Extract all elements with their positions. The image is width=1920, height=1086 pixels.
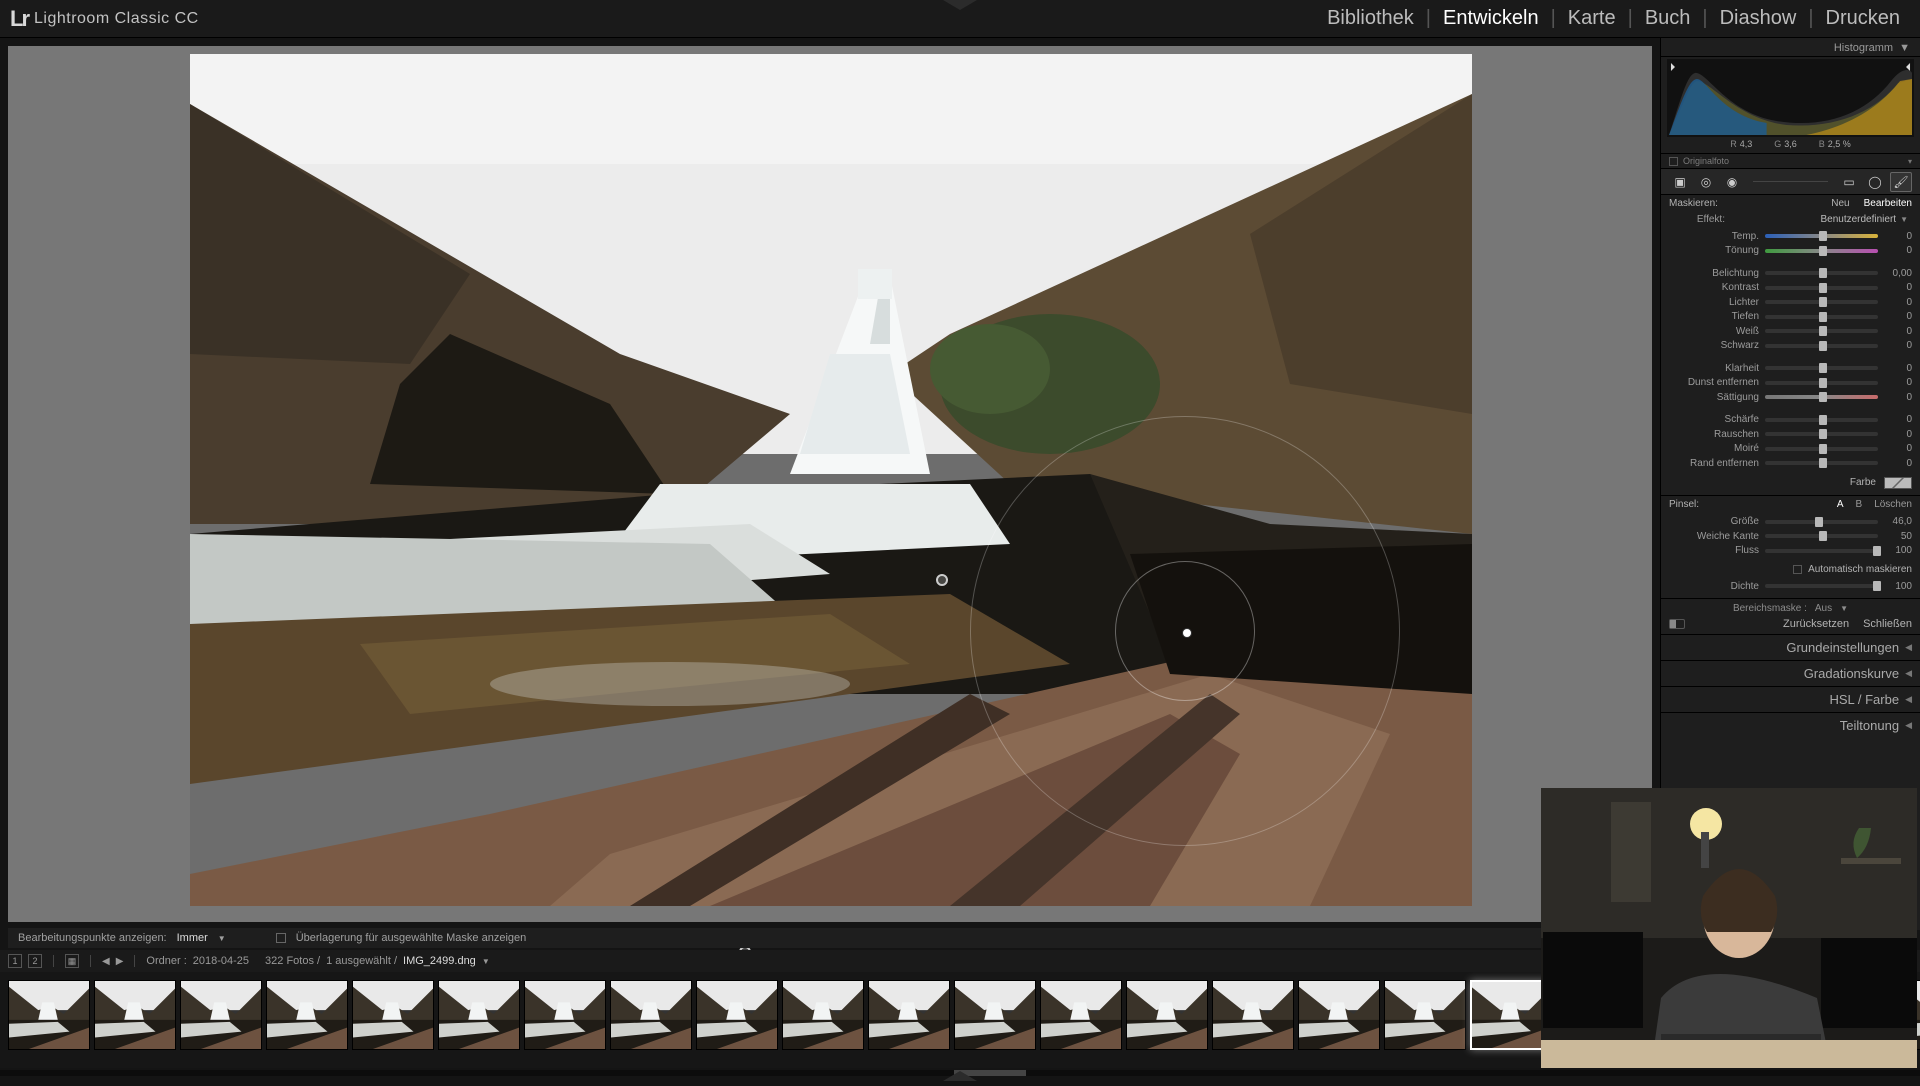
filmstrip-thumb[interactable] <box>94 980 176 1050</box>
slider-saturation[interactable]: Sättigung0 <box>1669 390 1912 405</box>
reset-button[interactable]: Zurücksetzen <box>1783 618 1849 630</box>
canvas[interactable] <box>8 46 1652 922</box>
second-window-icon-2[interactable]: 2 <box>28 954 42 968</box>
second-window-icon[interactable]: 1 <box>8 954 22 968</box>
checkbox-icon[interactable] <box>1793 565 1802 574</box>
filmstrip-thumb[interactable] <box>1384 980 1466 1050</box>
tab-print[interactable]: Drucken <box>1816 7 1910 30</box>
checkbox-icon[interactable] <box>1669 157 1678 166</box>
color-swatch[interactable] <box>1884 477 1912 489</box>
filmstrip-thumb[interactable] <box>1212 980 1294 1050</box>
panel-basic[interactable]: Grundeinstellungen◀ <box>1661 634 1920 660</box>
chevron-icon[interactable]: ▾ <box>1908 157 1912 166</box>
slider-exposure[interactable]: Belichtung0,00 <box>1669 266 1912 281</box>
tab-slideshow[interactable]: Diashow <box>1710 7 1807 30</box>
histogram-title[interactable]: Histogramm <box>1834 42 1893 54</box>
slider-highlights[interactable]: Lichter0 <box>1669 295 1912 310</box>
mask-edit[interactable]: Bearbeiten <box>1864 198 1912 209</box>
brush-b[interactable]: B <box>1856 499 1863 510</box>
filmstrip-thumb[interactable] <box>696 980 778 1050</box>
effect-row[interactable]: Effekt: Benutzerdefiniert▼ <box>1661 212 1920 227</box>
product-name: Lightroom Classic CC <box>34 10 199 28</box>
slider-defringe[interactable]: Rand entfernen0 <box>1669 456 1912 471</box>
current-filename[interactable]: IMG_2499.dng <box>403 955 476 967</box>
bottom-panel-handle[interactable] <box>943 1068 977 1080</box>
brush-a[interactable]: A <box>1837 499 1844 510</box>
module-tabs: Bibliothek | Entwickeln | Karte | Buch |… <box>1317 7 1910 30</box>
filmstrip-thumb[interactable] <box>1126 980 1208 1050</box>
grid-icon[interactable]: ▦ <box>65 954 79 968</box>
slider-dehaze[interactable]: Dunst entfernen0 <box>1669 376 1912 391</box>
filmstrip-thumb[interactable] <box>954 980 1036 1050</box>
gradient-tool[interactable]: ▭ <box>1838 172 1860 192</box>
filmstrip-thumb[interactable] <box>610 980 692 1050</box>
brush-header: Pinsel: A B Löschen <box>1661 495 1920 513</box>
original-photo-row[interactable]: Originalfoto ▾ <box>1661 153 1920 169</box>
redeye-tool[interactable]: ◉ <box>1721 172 1743 192</box>
automask-row[interactable]: Automatisch maskieren <box>1661 562 1920 577</box>
histogram-readout: R4,3 G3,6 B2,5 % <box>1661 137 1920 153</box>
slider-moire[interactable]: Moiré0 <box>1669 442 1912 457</box>
filmstrip-thumb[interactable]: • • • • • <box>1470 980 1552 1050</box>
filmstrip-thumb[interactable] <box>438 980 520 1050</box>
spot-tool[interactable]: ◎ <box>1695 172 1717 192</box>
filmstrip-thumb[interactable] <box>180 980 262 1050</box>
brush-center[interactable] <box>1182 628 1192 638</box>
panel-switch[interactable] <box>1669 619 1685 629</box>
slider-tint[interactable]: Tönung0 <box>1669 244 1912 259</box>
mask-new[interactable]: Neu <box>1831 198 1849 209</box>
nav-next-icon[interactable]: ▶ <box>116 956 124 967</box>
slider-temp[interactable]: Temp.0 <box>1669 229 1912 244</box>
presenter-webcam <box>1541 788 1917 1068</box>
filmstrip-thumb[interactable] <box>524 980 606 1050</box>
radial-tool[interactable]: ◯ <box>1864 172 1886 192</box>
slider-brush-size[interactable]: Größe46,0 <box>1669 515 1912 530</box>
slider-brush-feather[interactable]: Weiche Kante50 <box>1669 529 1912 544</box>
filmstrip-thumb[interactable] <box>352 980 434 1050</box>
local-tools: ▣ ◎ ◉ ▭ ◯ 🖌 <box>1661 169 1920 195</box>
slider-clarity[interactable]: Klarheit0 <box>1669 361 1912 376</box>
crop-tool[interactable]: ▣ <box>1669 172 1691 192</box>
lr-logo-icon: Lr <box>10 6 28 32</box>
checkbox-icon[interactable] <box>276 933 286 943</box>
overlay-footer: Bearbeitungspunkte anzeigen: Immer ▼ Übe… <box>8 928 1660 948</box>
tab-library[interactable]: Bibliothek <box>1317 7 1424 30</box>
brush-tool[interactable]: 🖌 <box>1890 172 1912 192</box>
app-logo: Lr Lightroom Classic CC <box>10 6 199 32</box>
nav-prev-icon[interactable]: ◀ <box>102 956 110 967</box>
show-pins-dropdown[interactable]: Immer <box>177 932 208 944</box>
brush-erase[interactable]: Löschen <box>1874 499 1912 510</box>
top-panel-handle[interactable] <box>943 0 977 12</box>
filmstrip-thumb[interactable] <box>8 980 90 1050</box>
slider-contrast[interactable]: Kontrast0 <box>1669 281 1912 296</box>
range-mask-row[interactable]: Bereichsmaske :Aus▼ <box>1661 598 1920 618</box>
filmstrip-thumb[interactable] <box>266 980 348 1050</box>
histogram[interactable] <box>1667 59 1914 137</box>
mask-mode-row: Maskieren: Neu Bearbeiten <box>1661 195 1920 212</box>
tab-book[interactable]: Buch <box>1635 7 1701 30</box>
filmstrip-thumb[interactable] <box>868 980 950 1050</box>
slider-brush-flow[interactable]: Fluss100 <box>1669 544 1912 559</box>
chevron-down-icon[interactable]: ▼ <box>1899 42 1910 54</box>
slider-noise[interactable]: Rauschen0 <box>1669 427 1912 442</box>
filmstrip-thumb[interactable] <box>782 980 864 1050</box>
panel-tonecurve[interactable]: Gradationskurve◀ <box>1661 660 1920 686</box>
color-row[interactable]: Farbe <box>1661 475 1920 495</box>
filmstrip-thumb[interactable] <box>1298 980 1380 1050</box>
tab-map[interactable]: Karte <box>1558 7 1626 30</box>
panel-hsl[interactable]: HSL / Farbe◀ <box>1661 686 1920 712</box>
adjustment-pin[interactable] <box>936 574 948 586</box>
slider-sharpness[interactable]: Schärfe0 <box>1669 413 1912 428</box>
slider-blacks[interactable]: Schwarz0 <box>1669 339 1912 354</box>
close-button[interactable]: Schließen <box>1863 618 1912 630</box>
tab-develop[interactable]: Entwickeln <box>1433 7 1549 30</box>
slider-shadows[interactable]: Tiefen0 <box>1669 310 1912 325</box>
filmstrip-thumb[interactable] <box>1040 980 1122 1050</box>
main-photo[interactable] <box>190 54 1472 906</box>
slider-brush-density[interactable]: Dichte100 <box>1669 579 1912 594</box>
slider-whites[interactable]: Weiß0 <box>1669 324 1912 339</box>
panel-split[interactable]: Teiltonung◀ <box>1661 712 1920 738</box>
